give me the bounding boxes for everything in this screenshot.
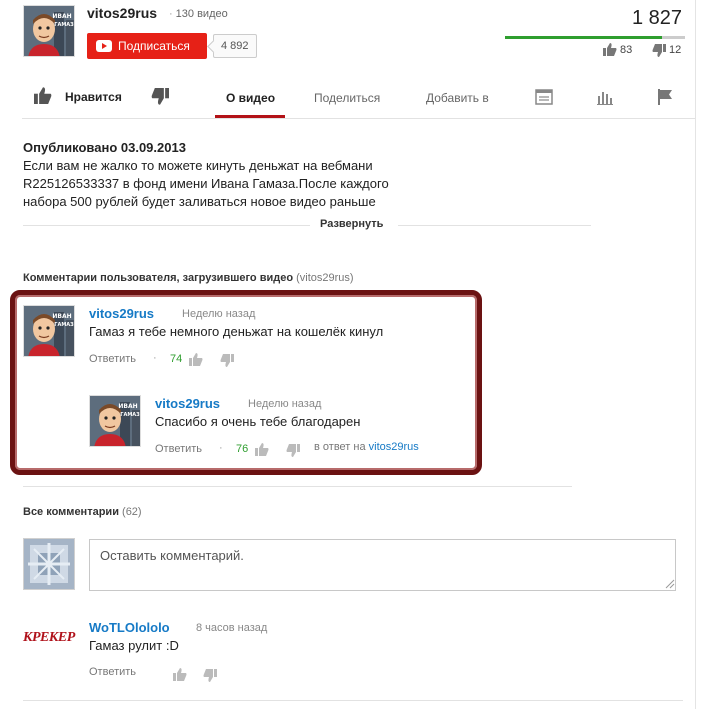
comment-dislike-icon[interactable] <box>203 669 217 683</box>
divider <box>23 700 683 701</box>
comment-author[interactable]: vitos29rus <box>89 306 154 321</box>
youtube-play-icon <box>96 40 112 52</box>
divider <box>23 486 572 487</box>
tab-add-to[interactable]: Добавить в <box>426 91 489 105</box>
stats-icon[interactable] <box>596 88 614 106</box>
in-reply-prefix: в ответ на <box>314 441 366 453</box>
reply-button[interactable]: Ответить <box>155 443 202 455</box>
avatar-caption-2: ГАМАЗ <box>120 412 140 418</box>
comment-time[interactable]: Неделю назад <box>248 398 321 410</box>
uploader-comments-heading-text: Комментарии пользователя, загрузившего в… <box>23 272 294 284</box>
in-reply-user-link[interactable]: vitos29rus <box>369 441 419 453</box>
comment-text: Спасибо я очень тебе благодарен <box>155 414 361 429</box>
my-avatar <box>23 538 75 590</box>
video-description: Если вам не жалко то можете кинуть деньж… <box>23 158 389 209</box>
comment-author[interactable]: WoTLOlololo <box>89 620 170 635</box>
reply-button[interactable]: Ответить <box>89 666 136 678</box>
dislike-count: 12 <box>669 44 682 56</box>
avatar-caption-2: ГАМАЗ <box>54 322 74 328</box>
resize-grip-icon[interactable] <box>663 577 675 589</box>
comment-like-icon[interactable] <box>255 442 269 456</box>
like-button-icon[interactable] <box>34 86 52 104</box>
comment-like-count: 76 <box>236 443 249 455</box>
tabs-divider <box>22 118 695 119</box>
avatar-logo-text: КРЕКЕР <box>23 630 75 645</box>
video-count: · 130 видео <box>169 8 228 20</box>
channel-name[interactable]: vitos29rus <box>87 5 157 21</box>
dislike-button-icon[interactable] <box>151 88 169 106</box>
comment-input[interactable] <box>89 539 676 591</box>
default-avatar-icon <box>24 539 74 589</box>
separator-dot: · <box>153 352 157 364</box>
comment-author[interactable]: vitos29rus <box>155 396 220 411</box>
divider <box>398 225 591 226</box>
avatar-cartoon-icon: ИВАН ГАМАЗ <box>24 6 74 56</box>
subscribe-label: Подписаться <box>118 39 190 53</box>
like-small-icon[interactable] <box>603 42 617 56</box>
like-button-label[interactable]: Нравится <box>65 90 122 104</box>
comment-time[interactable]: Неделю назад <box>182 308 255 320</box>
flag-icon[interactable] <box>656 88 674 106</box>
tab-about[interactable]: О видео <box>226 91 275 105</box>
comment-dislike-icon[interactable] <box>286 444 300 458</box>
video-count-text: 130 видео <box>175 8 228 20</box>
transcript-icon[interactable] <box>535 88 553 106</box>
comment-avatar[interactable]: ИВАН ГАМАЗ <box>23 305 75 357</box>
tab-share[interactable]: Поделиться <box>314 91 380 105</box>
like-count: 83 <box>620 44 633 56</box>
comment-text: Гамаз я тебе немного деньжат на кошелёк … <box>89 324 384 339</box>
avatar-caption-1: ИВАН <box>52 313 71 320</box>
avatar-cartoon-icon: ИВАН ГАМАЗ <box>24 306 74 356</box>
separator-dot: · <box>219 442 223 454</box>
subscribe-button[interactable]: Подписаться <box>87 33 207 59</box>
comment-avatar[interactable]: КРЕКЕР <box>23 630 75 658</box>
avatar-cartoon-icon: ИВАН ГАМАЗ <box>90 396 140 446</box>
view-count: 1 827 <box>631 7 682 29</box>
avatar-caption-1: ИВАН <box>118 403 137 410</box>
comment-like-count: 74 <box>170 353 183 365</box>
avatar-caption-2: ГАМАЗ <box>54 22 74 28</box>
all-comments-heading-text: Все комментарии <box>23 506 119 518</box>
avatar-caption-1: ИВАН <box>52 13 71 20</box>
comment-text: Гамаз рулит :D <box>89 638 179 653</box>
divider <box>23 225 310 226</box>
rating-bar <box>505 36 685 39</box>
separator-dot: · <box>169 8 173 20</box>
expand-button[interactable]: Развернуть <box>320 218 383 230</box>
comment-dislike-icon[interactable] <box>220 354 234 368</box>
subscriber-count: 4 892 <box>213 34 257 58</box>
in-reply-to: в ответ на vitos29rus <box>314 441 419 453</box>
channel-avatar[interactable]: ИВАН ГАМАЗ <box>23 5 75 57</box>
all-comments-heading: Все комментарии (62) <box>23 506 142 518</box>
reply-button[interactable]: Ответить <box>89 353 136 365</box>
all-comments-count: (62) <box>122 506 142 518</box>
uploader-comments-heading-user: (vitos29rus) <box>296 272 354 284</box>
uploader-comments-heading: Комментарии пользователя, загрузившего в… <box>23 272 354 284</box>
page-right-border <box>695 0 696 709</box>
comment-time[interactable]: 8 часов назад <box>196 622 267 634</box>
rating-bar-fill <box>505 36 662 39</box>
comment-avatar[interactable]: ИВАН ГАМАЗ <box>89 395 141 447</box>
dislike-small-icon[interactable] <box>652 44 666 58</box>
comment-like-icon[interactable] <box>189 352 203 366</box>
publish-date: Опубликовано 03.09.2013 <box>23 140 186 155</box>
comment-like-icon[interactable] <box>173 667 187 681</box>
